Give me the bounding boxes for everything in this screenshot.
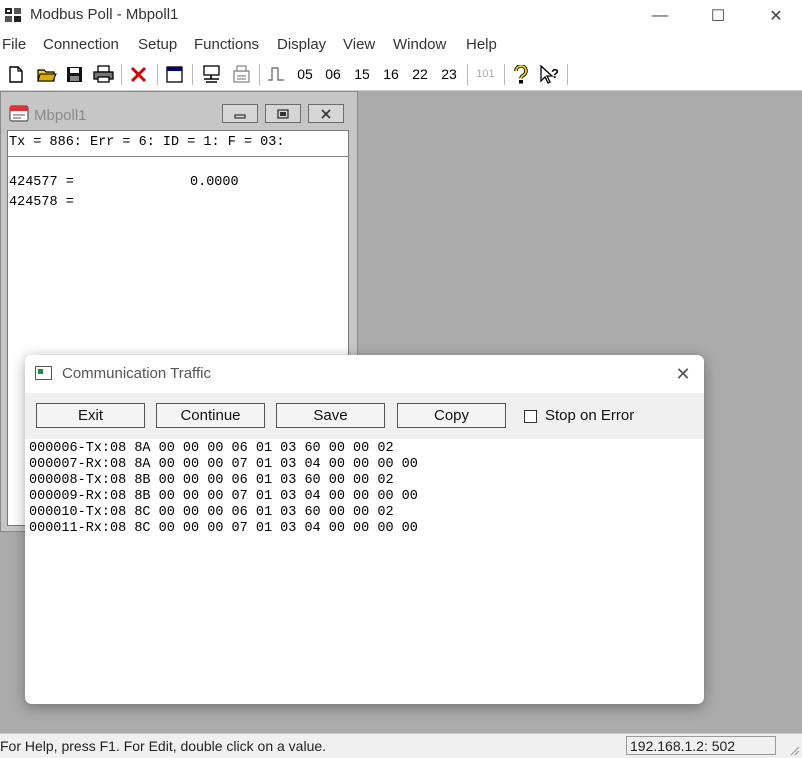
register-address: 424578 = bbox=[9, 195, 74, 210]
toolbar-separator bbox=[467, 64, 468, 85]
help-icon bbox=[514, 64, 528, 83]
delete-button[interactable] bbox=[127, 63, 149, 85]
close-icon: ✕ bbox=[675, 363, 691, 384]
new-button[interactable] bbox=[6, 63, 26, 85]
restore-icon bbox=[277, 108, 289, 119]
func-06-button[interactable]: 06 bbox=[321, 63, 345, 85]
menu-file[interactable]: File bbox=[2, 36, 26, 53]
connection-address: 192.168.1.2: 502 bbox=[626, 736, 776, 755]
menu-display[interactable]: Display bbox=[277, 36, 326, 53]
minimize-icon: — bbox=[652, 6, 668, 24]
minimize-button[interactable]: — bbox=[630, 0, 690, 31]
traffic-line: 000009-Rx:08 8B 00 00 00 07 01 03 04 00 … bbox=[29, 489, 418, 504]
window-icon bbox=[165, 65, 183, 83]
save-icon bbox=[66, 66, 82, 82]
pulse-button[interactable] bbox=[265, 63, 287, 85]
communication-traffic-dialog[interactable]: Communication Traffic ✕ Exit Continue Sa… bbox=[25, 355, 704, 704]
continue-button[interactable]: Continue bbox=[156, 403, 265, 428]
minimize-icon bbox=[234, 113, 246, 119]
document-icon bbox=[9, 105, 29, 122]
copy-button[interactable]: Copy bbox=[397, 403, 506, 428]
toolbar-separator bbox=[157, 64, 158, 85]
app-title: Modbus Poll - Mbpoll1 bbox=[30, 6, 179, 23]
modbus-app-icon bbox=[5, 8, 21, 22]
status-help-text: For Help, press F1. For Edit, double cli… bbox=[0, 738, 327, 754]
connect-icon bbox=[202, 64, 220, 83]
help-button[interactable] bbox=[510, 63, 532, 85]
context-help-button[interactable]: ? bbox=[538, 63, 562, 85]
context-help-icon: ? bbox=[540, 64, 559, 84]
new-icon bbox=[9, 65, 23, 83]
toolbar-separator bbox=[504, 64, 505, 85]
close-icon: ✕ bbox=[769, 7, 783, 25]
svg-text:?: ? bbox=[551, 66, 559, 81]
print-button[interactable] bbox=[91, 63, 115, 85]
menu-window[interactable]: Window bbox=[393, 36, 446, 53]
dialog-titlebar[interactable]: Communication Traffic ✕ bbox=[25, 355, 704, 393]
connect-button[interactable] bbox=[199, 63, 223, 85]
delete-icon bbox=[130, 66, 146, 82]
stop-on-error-checkbox[interactable] bbox=[524, 410, 537, 423]
maximize-button[interactable]: ☐ bbox=[688, 0, 748, 31]
menu-bar: File Connection Setup Functions Display … bbox=[0, 31, 802, 59]
child-restore-button[interactable] bbox=[265, 104, 301, 123]
resize-grip-icon[interactable] bbox=[788, 744, 800, 756]
dialog-close-button[interactable]: ✕ bbox=[671, 363, 695, 385]
disconnect-button[interactable] bbox=[229, 63, 253, 85]
func-15-button[interactable]: 15 bbox=[350, 63, 374, 85]
func-05-button[interactable]: 05 bbox=[293, 63, 317, 85]
poll-status-line: Tx = 886: Err = 6: ID = 1: F = 03: bbox=[9, 135, 285, 150]
toolbar-separator bbox=[192, 64, 193, 85]
menu-connection[interactable]: Connection bbox=[43, 36, 119, 53]
menu-view[interactable]: View bbox=[343, 36, 375, 53]
menu-functions[interactable]: Functions bbox=[194, 36, 259, 53]
func-22-button[interactable]: 22 bbox=[408, 63, 432, 85]
pulse-icon bbox=[268, 67, 284, 81]
func-16-button[interactable]: 16 bbox=[379, 63, 403, 85]
traffic-log[interactable]: 000006-Tx:08 8A 00 00 00 06 01 03 60 00 … bbox=[25, 439, 704, 704]
menu-help[interactable]: Help bbox=[466, 36, 497, 53]
window-button[interactable] bbox=[163, 63, 185, 85]
traffic-line: 000010-Tx:08 8C 00 00 00 06 01 03 60 00 … bbox=[29, 505, 394, 520]
save-button[interactable] bbox=[64, 63, 84, 85]
disconnect-icon bbox=[232, 64, 250, 83]
func-23-button[interactable]: 23 bbox=[437, 63, 461, 85]
mbpoll-window-title: Mbpoll1 bbox=[34, 107, 87, 124]
maximize-icon: ☐ bbox=[710, 7, 726, 25]
traffic-line: 000006-Tx:08 8A 00 00 00 06 01 03 60 00 … bbox=[29, 441, 394, 456]
open-icon bbox=[37, 69, 57, 82]
func-101-button[interactable]: 101 bbox=[472, 63, 499, 85]
register-value[interactable]: 0.0000 bbox=[190, 175, 239, 190]
toolbar-separator bbox=[259, 64, 260, 85]
close-button[interactable]: ✕ bbox=[746, 0, 802, 31]
exit-button[interactable]: Exit bbox=[36, 403, 145, 428]
child-close-button[interactable] bbox=[308, 104, 344, 123]
menu-setup[interactable]: Setup bbox=[138, 36, 177, 53]
child-minimize-button[interactable] bbox=[222, 104, 258, 123]
status-divider bbox=[8, 156, 348, 157]
open-button[interactable] bbox=[36, 63, 58, 85]
toolbar: 05 06 15 16 22 23 101 ? bbox=[0, 59, 802, 91]
toolbar-separator bbox=[121, 64, 122, 85]
toolbar-separator bbox=[567, 64, 568, 85]
save-traffic-button[interactable]: Save bbox=[276, 403, 385, 428]
status-bar: For Help, press F1. For Edit, double cli… bbox=[0, 733, 802, 758]
traffic-line: 000007-Rx:08 8A 00 00 00 07 01 03 04 00 … bbox=[29, 457, 418, 472]
close-icon bbox=[321, 108, 331, 119]
print-icon bbox=[92, 65, 114, 83]
traffic-line: 000008-Tx:08 8B 00 00 00 06 01 03 60 00 … bbox=[29, 473, 394, 488]
stop-on-error-label[interactable]: Stop on Error bbox=[545, 407, 634, 424]
title-bar: Modbus Poll - Mbpoll1 — ☐ ✕ bbox=[0, 0, 802, 31]
dialog-title: Communication Traffic bbox=[62, 365, 211, 382]
traffic-line: 000011-Rx:08 8C 00 00 00 07 01 03 04 00 … bbox=[29, 521, 418, 536]
register-address: 424577 = bbox=[9, 175, 74, 190]
traffic-window-icon bbox=[35, 366, 52, 380]
